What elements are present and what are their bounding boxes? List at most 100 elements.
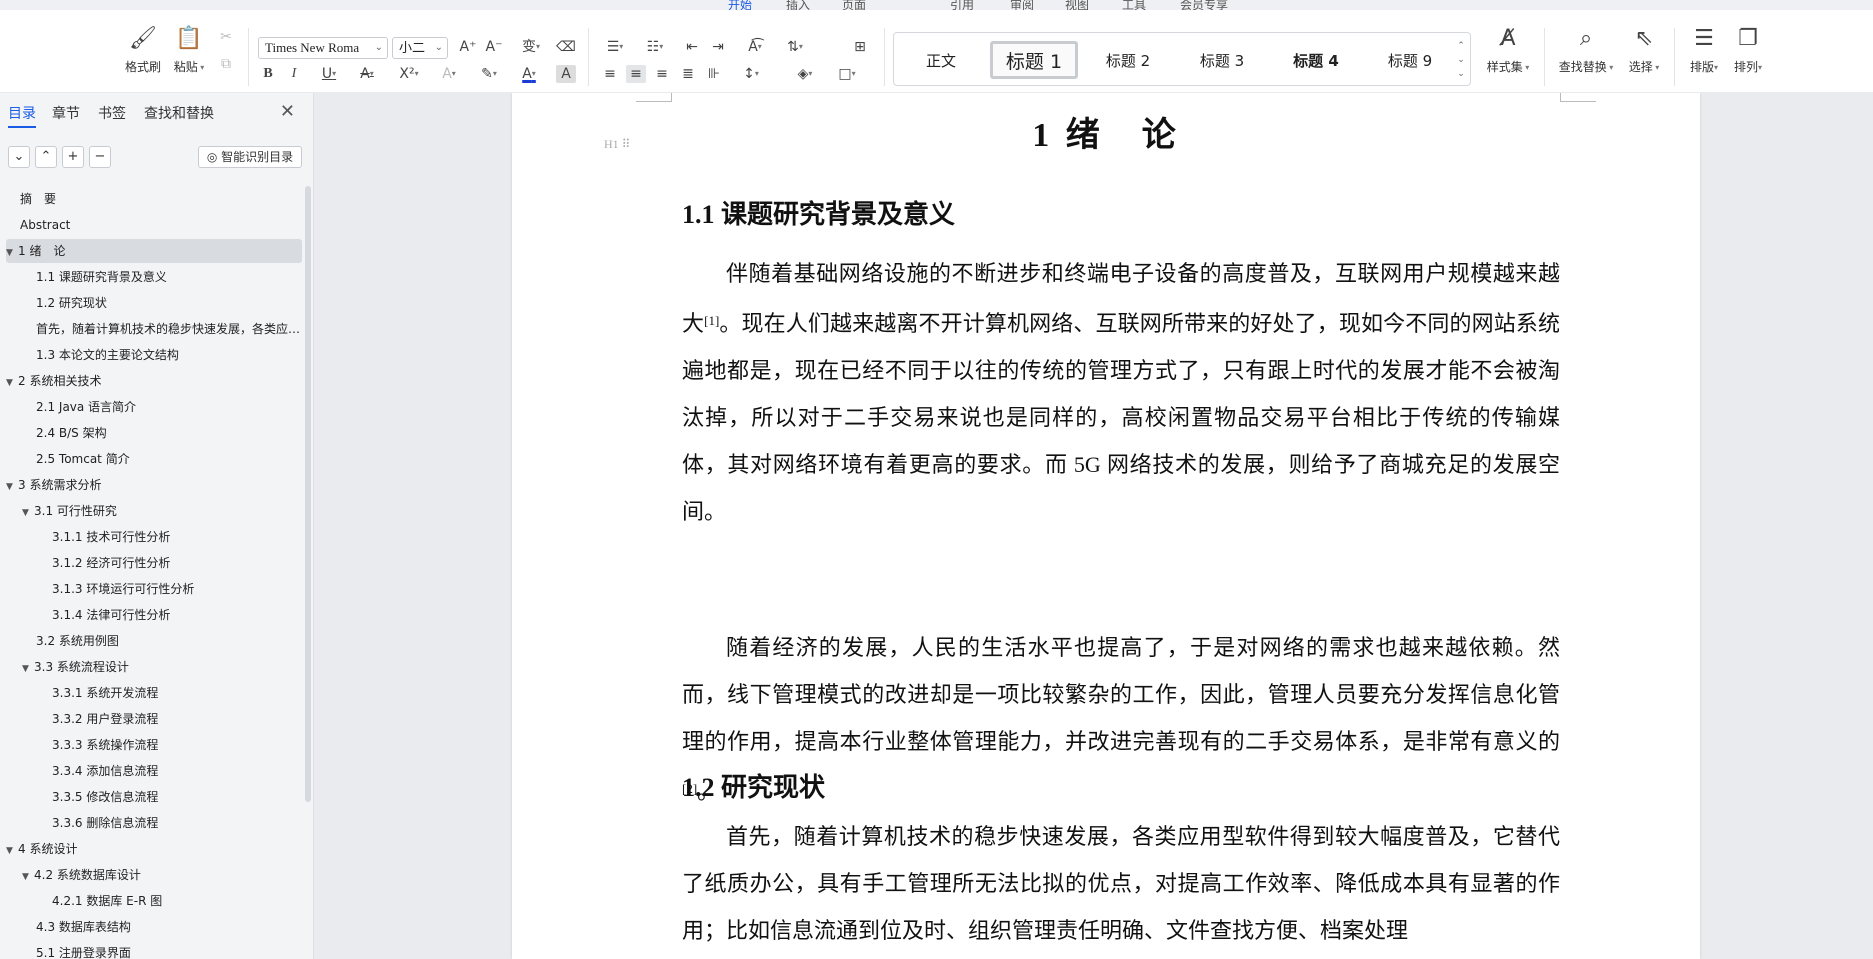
caret-down-icon[interactable]: ▼ xyxy=(6,371,18,393)
gallery-expand-icon[interactable]: ⌄ xyxy=(1457,69,1465,79)
toc-item[interactable]: 3.3.2 用户登录流程 xyxy=(6,707,302,731)
toc-item[interactable]: 3.1.4 法律可行性分析 xyxy=(6,603,302,627)
toc-item[interactable]: 3.2 系统用例图 xyxy=(6,629,302,653)
increase-indent-icon[interactable]: ⇥ xyxy=(708,38,728,56)
toc-item[interactable]: 2.5 Tomcat 简介 xyxy=(6,447,302,471)
text-effect-icon[interactable]: A▾ xyxy=(434,65,464,83)
toc-item[interactable]: 首先，随着计算机技术的稳步快速发展，各类应用型软件得到较大幅度普及 xyxy=(6,317,302,341)
style-set-button[interactable]: A̸ 样式集 ▾ xyxy=(1480,24,1536,75)
toc-item[interactable]: 3.3.5 修改信息流程 xyxy=(6,785,302,809)
close-icon[interactable]: ✕ xyxy=(280,101,295,122)
style-heading-1[interactable]: 标题 1 xyxy=(990,41,1078,79)
gallery-scroll[interactable]: ⌃ ⌄ ⌄ xyxy=(1456,39,1466,81)
tab-tools[interactable]: 工具 xyxy=(1122,0,1146,10)
toc-item[interactable]: Abstract xyxy=(6,213,302,237)
toc-item[interactable]: 4.3 数据库表结构 xyxy=(6,915,302,939)
nav-tab-find-replace[interactable]: 查找和替换 xyxy=(144,103,214,123)
toc-item[interactable]: 3.3.3 系统操作流程 xyxy=(6,733,302,757)
toc-item[interactable]: 3.3.1 系统开发流程 xyxy=(6,681,302,705)
toc-item[interactable]: 1.2 研究现状 xyxy=(6,291,302,315)
style-heading-4[interactable]: 标题 4 xyxy=(1272,41,1360,79)
toc-item[interactable]: 2.1 Java 语言简介 xyxy=(6,395,302,419)
shrink-font-icon[interactable]: A⁻ xyxy=(484,38,504,56)
line-spacing-icon[interactable]: ↕▾ xyxy=(736,65,766,83)
toc-item[interactable]: ▼ 2 系统相关技术 xyxy=(6,369,302,393)
superscript-icon[interactable]: X²▾ xyxy=(392,65,426,83)
distribute-icon[interactable]: ⊪ xyxy=(704,65,724,83)
find-replace-button[interactable]: ⌕ 查找替换 ▾ xyxy=(1554,24,1618,75)
tab-member[interactable]: 会员专享 xyxy=(1180,0,1228,10)
format-painter-button[interactable]: 🖌 格式刷 xyxy=(118,24,168,75)
style-normal[interactable]: 正文 xyxy=(906,41,976,79)
document-page[interactable]: H1 ⠿ 1 绪 论 1.1 课题研究背景及意义 伴随着基础网络设施的不断进步和… xyxy=(512,93,1700,959)
caret-down-icon[interactable]: ▼ xyxy=(6,475,18,497)
toc-item[interactable]: 3.3.6 删除信息流程 xyxy=(6,811,302,835)
chevron-up-icon[interactable]: ⌃ xyxy=(1457,41,1465,51)
toc-item[interactable]: 摘 要 xyxy=(6,187,302,211)
caret-down-icon[interactable]: ▼ xyxy=(22,657,34,679)
align-center-icon[interactable]: ≡ xyxy=(626,65,646,83)
toc-item[interactable]: ▼ 3 系统需求分析 xyxy=(6,473,302,497)
tab-home[interactable]: 开始 xyxy=(728,0,752,10)
strikethrough-icon[interactable]: A▾ xyxy=(352,65,382,83)
borders-icon[interactable]: □▾ xyxy=(832,65,862,83)
nav-tab-chapters[interactable]: 章节 xyxy=(52,103,80,123)
numbering-icon[interactable]: ☷▾ xyxy=(640,38,670,56)
highlight-icon[interactable]: ✎▾ xyxy=(474,65,504,83)
tab-page[interactable]: 页面 xyxy=(842,0,866,10)
caret-down-icon[interactable]: ▼ xyxy=(22,865,34,887)
bullets-icon[interactable]: ☰▾ xyxy=(600,38,630,56)
remove-heading-button[interactable]: − xyxy=(89,146,111,168)
smart-toc-button[interactable]: ◎ 智能识别目录 xyxy=(198,146,302,168)
tab-review[interactable]: 审阅 xyxy=(1010,0,1034,10)
toc-item[interactable]: 2.4 B/S 架构 xyxy=(6,421,302,445)
font-name-select[interactable]: Times New Roma ⌄ xyxy=(258,37,388,59)
collapse-up-button[interactable]: ⌃ xyxy=(35,146,57,168)
arrange-button[interactable]: ❐ 排列▾ xyxy=(1728,24,1768,75)
caret-down-icon[interactable]: ▼ xyxy=(6,839,18,861)
copy-icon[interactable]: ⧉ xyxy=(216,55,236,73)
caret-down-icon[interactable]: ▼ xyxy=(22,501,34,523)
font-size-select[interactable]: 小二 ⌄ xyxy=(392,37,448,59)
char-shading-icon[interactable]: A xyxy=(556,65,576,83)
style-heading-3[interactable]: 标题 3 xyxy=(1178,41,1266,79)
toc-item[interactable]: 3.1.3 环境运行可行性分析 xyxy=(6,577,302,601)
nav-tab-bookmarks[interactable]: 书签 xyxy=(98,103,126,123)
sort-icon[interactable]: ⇅▾ xyxy=(780,38,810,56)
nav-tab-toc[interactable]: 目录 xyxy=(8,103,36,128)
toc-item[interactable]: ▼ 4.2 系统数据库设计 xyxy=(6,863,302,887)
chevron-down-icon[interactable]: ⌄ xyxy=(1457,55,1465,65)
toc-item[interactable]: ▼ 1 绪 论 xyxy=(6,239,302,263)
citation[interactable]: [1] xyxy=(704,313,719,328)
toc-item[interactable]: 3.1.1 技术可行性分析 xyxy=(6,525,302,549)
style-heading-2[interactable]: 标题 2 xyxy=(1084,41,1172,79)
toc-item[interactable]: ▼ 3.1 可行性研究 xyxy=(6,499,302,523)
toc-item[interactable]: 3.1.2 经济可行性分析 xyxy=(6,551,302,575)
toc-item[interactable]: ▼ 4 系统设计 xyxy=(6,837,302,861)
add-heading-button[interactable]: + xyxy=(62,146,84,168)
tab-references[interactable]: 引用 xyxy=(950,0,974,10)
font-color-icon[interactable]: A▾ xyxy=(514,65,544,83)
align-left-icon[interactable]: ≡ xyxy=(600,65,620,83)
grow-font-icon[interactable]: A⁺ xyxy=(458,38,478,56)
decrease-indent-icon[interactable]: ⇤ xyxy=(682,38,702,56)
toc-item[interactable]: 3.3.4 添加信息流程 xyxy=(6,759,302,783)
toc-item[interactable]: 1.1 课题研究背景及意义 xyxy=(6,265,302,289)
select-button[interactable]: ⇖ 选择 ▾ xyxy=(1622,24,1666,75)
toc-item[interactable]: 4.2.1 数据库 E-R 图 xyxy=(6,889,302,913)
bold-icon[interactable]: B xyxy=(258,65,278,83)
style-heading-9[interactable]: 标题 9 xyxy=(1366,41,1454,79)
italic-icon[interactable]: I xyxy=(284,65,304,83)
phonetic-guide-icon[interactable]: 变▾ xyxy=(516,38,546,56)
underline-icon[interactable]: U▾ xyxy=(314,65,344,83)
toc-item[interactable]: 1.3 本论文的主要论文结构 xyxy=(6,343,302,367)
shading-icon[interactable]: ◈▾ xyxy=(790,65,820,83)
justify-icon[interactable]: ≣ xyxy=(678,65,698,83)
align-right-icon[interactable]: ≡ xyxy=(652,65,672,83)
paste-button[interactable]: 📋 粘贴 ▾ xyxy=(164,24,214,75)
toc-scrollbar[interactable] xyxy=(305,186,311,802)
tab-view[interactable]: 视图 xyxy=(1065,0,1089,10)
collapse-down-button[interactable]: ⌄ xyxy=(8,146,30,168)
text-direction-icon[interactable]: A͡▾ xyxy=(740,38,770,56)
clear-format-icon[interactable]: ⌫ xyxy=(556,38,576,56)
